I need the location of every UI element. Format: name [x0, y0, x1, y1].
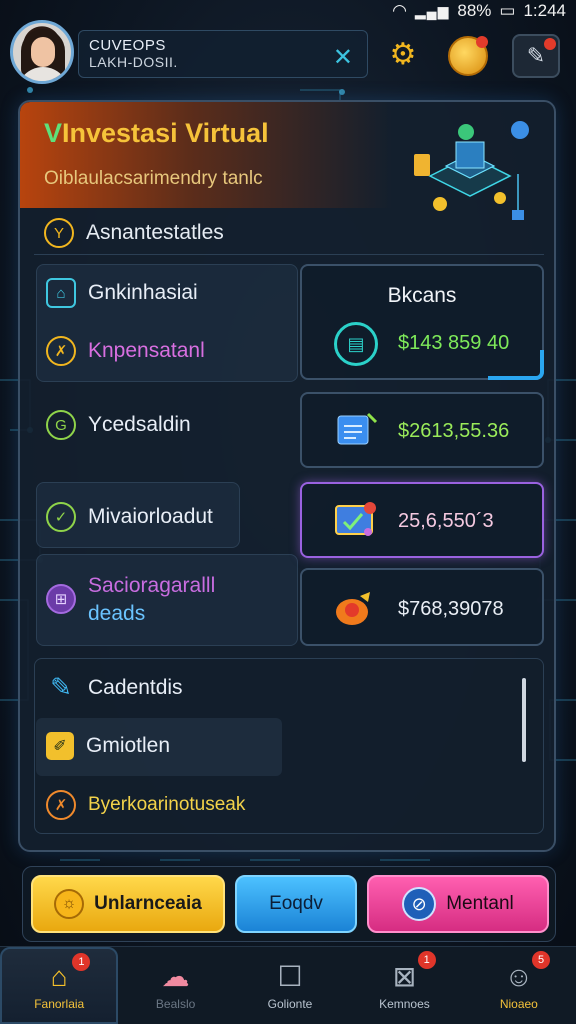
app-header: CUVEOPS LAKH-DOSII. ✕ ⚙ ✎	[0, 20, 576, 86]
value-box[interactable]: $768,39078	[300, 568, 544, 646]
nav-item-home[interactable]: ⌂ Fanorlaia 1	[0, 947, 119, 1024]
chart-icon: ▤	[334, 322, 378, 366]
battery-percent: 88%	[457, 1, 492, 20]
pig-icon: ☁	[161, 960, 190, 992]
close-x-icon[interactable]: ✕	[333, 43, 353, 72]
highlight-corner	[488, 350, 544, 380]
value-box[interactable]: $2613,55.36	[300, 392, 544, 468]
primary-action-button[interactable]: ☼ Unlarnceaia	[31, 875, 225, 933]
list-item[interactable]: ✗ Knpensatanl	[46, 336, 205, 366]
check-circle-icon: ✓	[46, 502, 76, 532]
list-item-label: Knpensatanl	[88, 339, 205, 362]
clock: 1:244	[523, 1, 566, 20]
list-item-label: Gmiotlen	[86, 734, 171, 757]
home-icon: ⌂	[46, 278, 76, 308]
nav-label: Kemnoes	[379, 996, 430, 1011]
edit-icon[interactable]: ✎	[512, 34, 560, 78]
value-box[interactable]: 25,6,550´3	[300, 482, 544, 558]
list-item[interactable]: ⊞ Sacioragaralll deads	[46, 572, 215, 629]
title-letter: V	[44, 118, 63, 148]
list-item-label: Byerkoarinotuseak	[88, 794, 246, 815]
divider	[34, 254, 544, 255]
value-amount: $2613,55.36	[398, 420, 510, 442]
balance-box[interactable]: Bkcans ▤ $143 859 40	[300, 264, 544, 380]
bottom-nav: ⌂ Fanorlaia 1 ☁ Bealslo ☐ Golionte ⊠ Kem…	[0, 946, 576, 1024]
y-circle-icon: Y	[44, 218, 74, 248]
g-circle-icon: G	[46, 410, 76, 440]
list-item[interactable]: ✎ Cadentdis	[46, 672, 183, 703]
page-subtitle: Oiblaulacsarimendry tanlc	[44, 168, 263, 189]
nav-item-profile[interactable]: ☺ Nioaeo 5	[462, 947, 576, 1024]
nav-item-savings[interactable]: ☁ Bealslo	[118, 947, 232, 1024]
action-label: Mentanl	[446, 893, 514, 914]
notification-dot	[544, 38, 556, 50]
slash-icon: ⊘	[402, 887, 437, 921]
scrollbar[interactable]	[522, 678, 526, 762]
nav-label: Bealslo	[155, 996, 196, 1011]
page-title: VInvestasi Virtual	[44, 118, 269, 149]
user-subtitle: LAKH-DOSII.	[89, 54, 178, 70]
list-item[interactable]: Y Asnantestatles	[44, 218, 224, 248]
list-item-label: Sacioragaralll	[88, 574, 216, 597]
nav-label: Fanorlaia	[34, 996, 85, 1011]
list-item-label: Ycedsaldin	[88, 413, 191, 436]
card-check-icon	[335, 502, 376, 536]
coin-icon[interactable]	[448, 36, 488, 76]
list-item[interactable]: ⌂ Gnkinhasiai	[46, 278, 198, 308]
profile-icon: ☺	[504, 960, 534, 992]
nav-label: Golionte	[267, 996, 313, 1011]
battery-icon: ▭	[499, 1, 516, 20]
action-label: Unlarnceaia	[94, 893, 202, 914]
document-icon	[337, 412, 378, 445]
investment-card: VInvestasi Virtual Oiblaulacsarimendry t…	[18, 100, 556, 852]
sun-icon: ☼	[54, 889, 85, 919]
list-item[interactable]: G Ycedsaldin	[46, 410, 191, 440]
list-item-label: Asnantestatles	[86, 221, 224, 244]
list-item-sublabel: deads	[88, 602, 146, 626]
notification-dot	[476, 36, 488, 48]
user-panel[interactable]: CUVEOPS LAKH-DOSII. ✕	[78, 30, 368, 78]
value-amount: 25,6,550´3	[398, 510, 494, 532]
balance-title: Bkcans	[387, 284, 457, 307]
box-x-icon: ⊠	[392, 960, 417, 992]
value-amount: $768,39078	[398, 598, 504, 620]
secondary-action-button[interactable]: Eoqdv	[235, 875, 357, 933]
list-item-label: Cadentdis	[88, 675, 183, 699]
status-bar: ◠ ▂▄▆ 88% ▭ 1:244	[0, 0, 576, 22]
notification-badge: 1	[72, 953, 91, 971]
list-item[interactable]: ✐ Gmiotlen	[46, 732, 170, 760]
list-item-label: Mivaiorloadut	[88, 505, 213, 528]
server-illustration-icon	[414, 121, 529, 220]
action-bar: ☼ Unlarnceaia Eoqdv ⊘ Mentanl	[22, 866, 556, 942]
list-item[interactable]: ✗ Byerkoarinotuseak	[46, 790, 245, 820]
x-circle-icon: ✗	[46, 790, 76, 820]
nav-item-content[interactable]: ☐ Golionte	[233, 947, 347, 1024]
list-item-label: Gnkinhasiai	[88, 281, 198, 304]
notification-badge: 5	[532, 951, 551, 969]
signal-icon: ▂▄▆	[414, 2, 450, 19]
x-circle-icon: ✗	[46, 336, 76, 366]
user-name: CUVEOPS	[89, 37, 166, 54]
purple-circle-icon: ⊞	[46, 584, 76, 614]
pencil-icon: ✎	[50, 672, 72, 702]
wifi-icon: ◠	[392, 1, 407, 20]
title-text: Investasi Virtual	[62, 118, 269, 148]
avatar[interactable]	[10, 20, 74, 84]
notification-badge: 1	[417, 951, 436, 969]
gear-icon[interactable]: ⚙	[386, 38, 420, 72]
action-label: Eoqdv	[269, 893, 323, 914]
tertiary-action-button[interactable]: ⊘ Mentanl	[367, 875, 549, 933]
list-item[interactable]: ✓ Mivaiorloadut	[46, 502, 213, 532]
nav-item-messages[interactable]: ⊠ Kemnoes 1	[347, 947, 461, 1024]
bag-icon	[336, 592, 370, 625]
home-icon: ⌂	[50, 960, 68, 992]
square-icon: ☐	[277, 960, 303, 992]
nav-label: Nioaeo	[499, 996, 538, 1011]
yellow-square-icon: ✐	[46, 732, 74, 760]
